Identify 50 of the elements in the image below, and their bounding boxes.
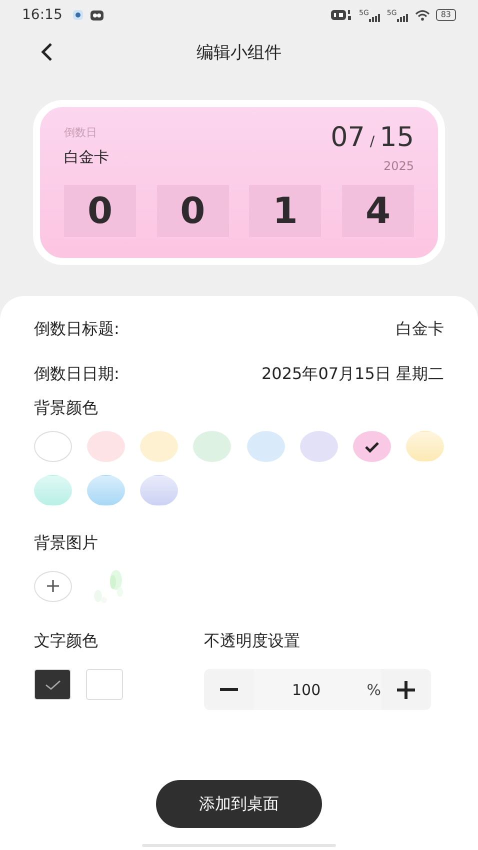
color-swatch[interactable] (352, 431, 391, 462)
color-swatch[interactable] (140, 475, 178, 506)
color-swatch[interactable] (193, 431, 232, 462)
page-title: 编辑小组件 (196, 42, 282, 64)
color-swatch[interactable] (34, 431, 72, 462)
section-title: 不透明度设置 (204, 630, 301, 652)
field-value[interactable]: 白金卡 (396, 319, 444, 340)
plus-icon (46, 579, 60, 593)
add-to-desktop-button[interactable]: 添加到桌面 (156, 780, 322, 828)
month-number: 07 (330, 122, 365, 153)
section-title: 文字颜色 (34, 630, 99, 652)
back-button[interactable] (40, 42, 54, 62)
countdown-title: 白金卡 (64, 148, 109, 167)
day-digit-tile: 4 (342, 185, 414, 237)
day-number: 15 (380, 122, 414, 153)
text-color-swatch[interactable] (86, 669, 123, 700)
wifi-icon (414, 10, 430, 20)
add-image-button[interactable] (34, 570, 72, 602)
minus-icon (220, 688, 238, 692)
opacity-value[interactable]: 100 (292, 680, 321, 698)
date-separator: / (370, 134, 375, 150)
battery-indicator: 83 (436, 9, 456, 21)
clock-time: 16:15 (22, 7, 62, 23)
field-value[interactable]: 2025年07月15日 星期二 (261, 364, 444, 385)
text-color-swatch[interactable] (34, 669, 71, 700)
year-text: 2025 (382, 159, 414, 173)
color-swatch[interactable] (140, 431, 178, 462)
color-swatch[interactable] (246, 431, 285, 462)
signal-icon (396, 14, 409, 22)
plus-icon (397, 680, 415, 698)
color-swatch[interactable] (300, 431, 338, 462)
signal-icon (368, 14, 381, 22)
check-icon (44, 678, 62, 690)
color-swatch[interactable] (87, 475, 126, 506)
countdown-label: 倒数日 (64, 125, 98, 140)
percent-unit: % (366, 680, 381, 698)
day-digit-tile: 0 (64, 185, 136, 237)
hd-icon (331, 9, 354, 21)
color-swatch[interactable] (87, 431, 126, 462)
app-notification-icon (90, 10, 104, 20)
color-swatch[interactable] (406, 431, 444, 462)
day-digit-tile: 1 (249, 185, 322, 237)
notification-icon (72, 9, 84, 21)
section-title: 背景颜色 (34, 397, 99, 419)
field-label: 倒数日标题: (34, 319, 120, 340)
day-digit-tile: 0 (156, 185, 229, 237)
color-swatch[interactable] (34, 475, 72, 506)
section-title: 背景图片 (34, 532, 99, 554)
field-label: 倒数日日期: (34, 364, 120, 385)
check-icon (364, 440, 380, 452)
